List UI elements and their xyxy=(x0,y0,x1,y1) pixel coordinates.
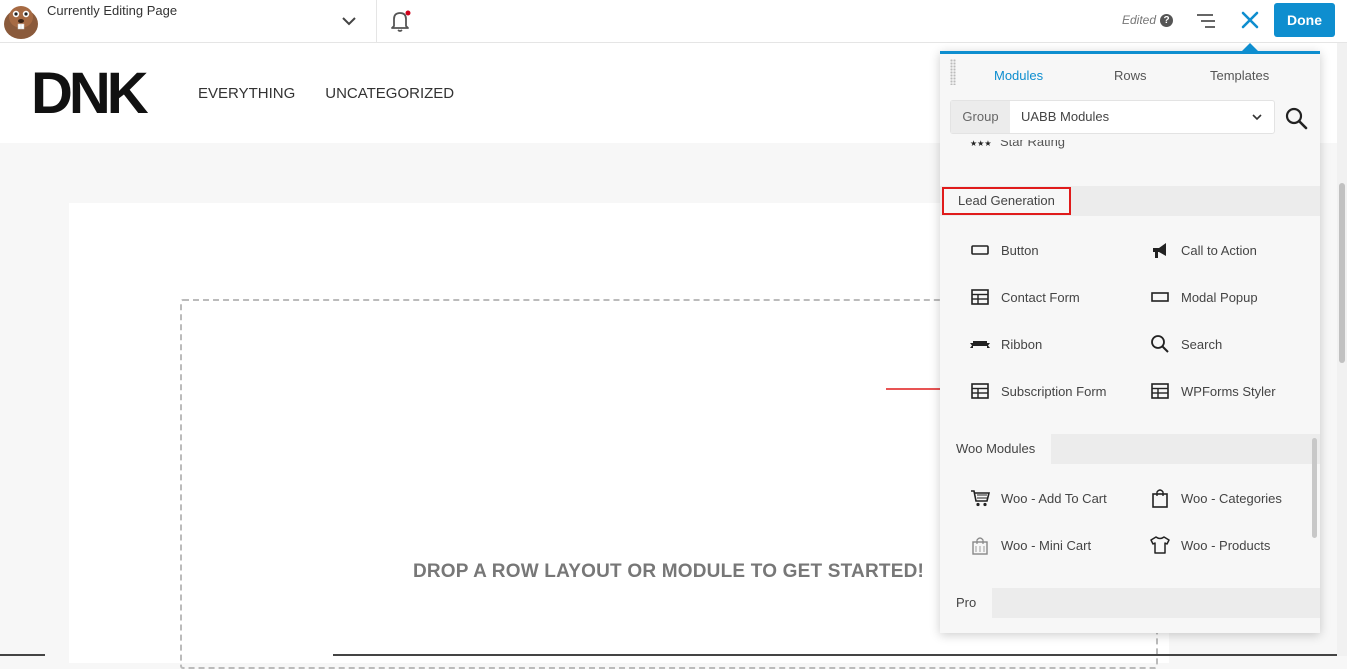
module-item-wpforms-styler[interactable]: WPForms Styler xyxy=(1150,381,1276,401)
module-label: Modal Popup xyxy=(1181,289,1258,305)
form-icon xyxy=(1150,381,1170,401)
megaphone-icon xyxy=(1150,240,1170,260)
section-header-pro: Pro xyxy=(940,588,1320,618)
chevron-down-icon[interactable] xyxy=(338,11,360,31)
module-item-contact-form[interactable]: Contact Form xyxy=(970,287,1080,307)
beaver-logo-icon[interactable] xyxy=(0,0,42,40)
module-item-woo-products[interactable]: Woo - Products xyxy=(1150,535,1270,555)
module-label: Search xyxy=(1181,336,1223,352)
tab-modules[interactable]: Modules xyxy=(994,68,1043,83)
page-scrollbar-thumb[interactable] xyxy=(1339,183,1345,363)
module-item-woo-categories[interactable]: Woo - Categories xyxy=(1150,488,1282,508)
site-logo[interactable]: DNK xyxy=(31,65,149,123)
page-scrollbar[interactable] xyxy=(1337,43,1347,656)
popup-icon xyxy=(1150,287,1170,307)
module-label: Call to Action xyxy=(1181,242,1257,258)
module-item-button[interactable]: Button xyxy=(970,240,1039,260)
section-title: Pro xyxy=(940,588,993,618)
nav-item-everything[interactable]: EVERYTHING xyxy=(198,85,295,102)
module-item-modal-popup[interactable]: Modal Popup xyxy=(1150,287,1258,307)
module-label: Subscription Form xyxy=(1001,383,1107,399)
module-label: Contact Form xyxy=(1001,289,1080,305)
site-nav: EVERYTHING UNCATEGORIZED xyxy=(198,85,454,102)
module-item-woo-mini-cart[interactable]: Woo - Mini Cart xyxy=(970,535,1091,555)
section-header-woo-modules: Woo Modules xyxy=(940,434,1320,464)
done-button[interactable]: Done xyxy=(1274,3,1335,37)
module-label: Ribbon xyxy=(1001,336,1043,352)
svg-text:★★★: ★★★ xyxy=(970,140,992,148)
form-icon xyxy=(970,381,990,401)
form-icon xyxy=(970,287,990,307)
module-label: WPForms Styler xyxy=(1181,383,1276,399)
group-label: Group xyxy=(951,101,1010,133)
module-item-subscription-form[interactable]: Subscription Form xyxy=(970,381,1106,401)
search-icon[interactable] xyxy=(1284,106,1308,130)
cart-icon xyxy=(970,488,990,508)
module-label: Star Rating xyxy=(1000,140,1066,149)
module-label: Woo - Add To Cart xyxy=(1001,490,1107,506)
tab-rows[interactable]: Rows xyxy=(1114,68,1147,83)
bag-icon xyxy=(1150,488,1170,508)
builder-top-bar: Currently Editing Page Edited ? Done xyxy=(0,0,1347,43)
group-value: UABB Modules xyxy=(1021,109,1110,124)
panel-scrollbar-thumb[interactable] xyxy=(1312,438,1317,538)
close-icon[interactable] xyxy=(1238,8,1262,32)
module-item-call-to-action[interactable]: Call to Action xyxy=(1150,240,1257,260)
editing-page-title: Currently Editing Page xyxy=(47,3,178,18)
topbar-divider xyxy=(376,0,377,43)
module-label: Button xyxy=(1001,242,1039,258)
panel-pointer xyxy=(1242,43,1258,51)
tab-templates[interactable]: Templates xyxy=(1210,68,1269,83)
chevron-down-icon xyxy=(1251,112,1263,122)
help-icon[interactable]: ? xyxy=(1160,13,1174,27)
module-item-woo-add-to-cart[interactable]: Woo - Add To Cart xyxy=(970,488,1107,508)
module-item-star-rating[interactable]: ★★★ Star Rating xyxy=(970,140,1065,149)
module-list: ★★★ Star Rating Lead Generation Button C… xyxy=(940,140,1320,633)
edited-status[interactable]: Edited ? xyxy=(1122,13,1174,27)
section-title: Lead Generation xyxy=(942,187,1071,215)
section-title: Woo Modules xyxy=(940,434,1052,464)
nav-item-uncategorized[interactable]: UNCATEGORIZED xyxy=(325,85,454,102)
button-icon xyxy=(970,240,990,260)
search-icon xyxy=(1150,334,1170,354)
group-select[interactable]: Group UABB Modules xyxy=(950,100,1275,134)
shirt-icon xyxy=(1150,535,1170,555)
bell-icon[interactable] xyxy=(388,8,412,34)
module-label: Woo - Categories xyxy=(1181,490,1282,506)
panel-drag-handle[interactable] xyxy=(950,59,956,85)
outline-list-icon[interactable] xyxy=(1194,11,1218,31)
star-icon: ★★★ xyxy=(970,140,992,148)
ribbon-icon xyxy=(970,334,990,354)
module-item-search[interactable]: Search xyxy=(1150,334,1222,354)
modules-panel: Modules Rows Templates Group UABB Module… xyxy=(940,51,1320,633)
module-item-ribbon[interactable]: Ribbon xyxy=(970,334,1042,354)
section-header-lead-generation: Lead Generation xyxy=(940,186,1320,216)
module-label: Woo - Products xyxy=(1181,537,1271,553)
module-label: Woo - Mini Cart xyxy=(1001,537,1092,553)
edited-label: Edited xyxy=(1122,13,1157,27)
mini-bag-icon xyxy=(970,535,990,555)
